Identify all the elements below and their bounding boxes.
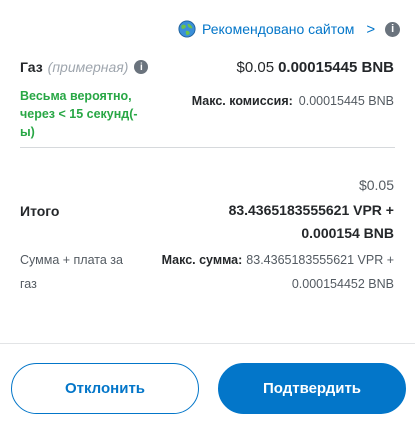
max-fee-label: Макс. комиссия: bbox=[191, 94, 293, 108]
max-sum: Макс. сумма: 83.4365183555621 VPR + 0.000… bbox=[134, 248, 394, 296]
footer-divider bbox=[0, 343, 415, 344]
gas-crypto: 0.00015445 BNB bbox=[278, 59, 394, 76]
max-fee: Макс. комиссия: 0.00015445 BNB bbox=[192, 94, 394, 108]
recommendation-text[interactable]: Рекомендовано сайтом bbox=[202, 21, 354, 37]
gas-label-row: Газ (примерная) i bbox=[20, 59, 149, 75]
gas-timing-estimate: Весьма вероятно, через < 15 секунд(-ы) bbox=[20, 89, 138, 139]
total-crypto: 83.4365183555621 VPR + 0.000154 BNB bbox=[228, 202, 394, 241]
confirm-button[interactable]: Подтвердить bbox=[218, 363, 406, 414]
site-recommendation[interactable]: Рекомендовано сайтом > i bbox=[178, 20, 401, 38]
info-icon[interactable]: i bbox=[385, 21, 401, 37]
sum-label: Сумма + плата за газ bbox=[20, 253, 123, 291]
total-label: Итого bbox=[20, 203, 60, 219]
total-fiat: $0.05 bbox=[358, 177, 394, 193]
globe-icon bbox=[178, 20, 196, 38]
max-sum-value: 83.4365183555621 VPR + 0.000154452 BNB bbox=[246, 253, 394, 291]
gas-fiat: $0.05 bbox=[236, 59, 275, 76]
gas-amount: $0.05 0.00015445 BNB bbox=[237, 59, 394, 76]
gas-label: Газ bbox=[20, 59, 43, 75]
reject-button[interactable]: Отклонить bbox=[11, 363, 199, 414]
divider bbox=[20, 147, 395, 148]
max-sum-label: Макс. сумма: bbox=[161, 253, 243, 267]
info-icon[interactable]: i bbox=[134, 60, 149, 74]
chevron-right-icon[interactable]: > bbox=[366, 21, 375, 38]
gas-estimated-label: (примерная) bbox=[47, 59, 129, 75]
max-fee-value: 0.00015445 BNB bbox=[298, 94, 394, 108]
